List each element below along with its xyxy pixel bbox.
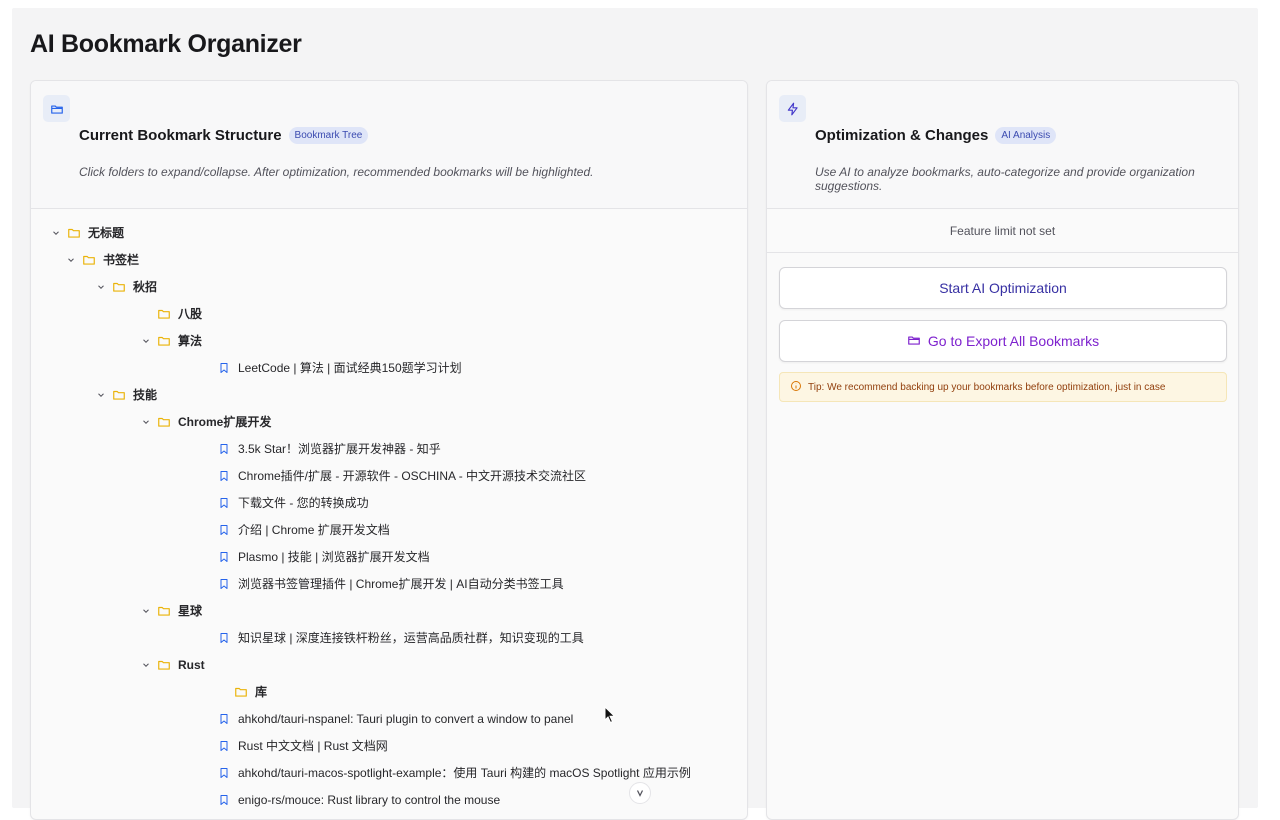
export-all-bookmarks-label: Go to Export All Bookmarks — [927, 333, 1100, 349]
tree-folder-row[interactable]: 书签栏 — [64, 246, 139, 273]
tree-bookmark-row[interactable]: 知识星球 | 深度连接铁杆粉丝，运营高品质社群，知识变现的工具 — [216, 624, 584, 651]
lightning-icon — [779, 95, 806, 122]
scroll-down-button[interactable] — [629, 782, 651, 804]
chevron-down-icon[interactable] — [139, 307, 153, 321]
tree-folder-row[interactable]: 八股 — [139, 300, 202, 327]
bookmark-icon — [216, 360, 232, 376]
chevron-down-icon[interactable] — [64, 253, 78, 267]
tree-item-label: 浏览器书签管理插件 | Chrome扩展开发 | AI自动分类书签工具 — [238, 577, 564, 591]
tree-item-label: 书签栏 — [103, 253, 140, 267]
bookmark-icon — [216, 468, 232, 484]
tree-folder-row[interactable]: Rust — [139, 651, 205, 678]
backup-tip: Tip: We recommend backing up your bookma… — [779, 372, 1227, 402]
tree-item-label: 3.5k Star！浏览器扩展开发神器 - 知乎 — [238, 442, 441, 456]
tree-item-label: Plasmo | 技能 | 浏览器扩展开发文档 — [238, 550, 430, 564]
feature-limit-status: Feature limit not set — [767, 209, 1238, 253]
bookmark-tree-badge: Bookmark Tree — [288, 127, 369, 144]
chevron-down-icon[interactable] — [139, 604, 153, 618]
chevron-down-icon[interactable] — [139, 415, 153, 429]
bookmark-icon — [216, 441, 232, 457]
bookmark-icon — [216, 711, 232, 727]
folder-open-icon — [43, 95, 70, 122]
tree-bookmark-row[interactable]: Plasmo | 技能 | 浏览器扩展开发文档 — [216, 543, 430, 570]
folder-icon — [156, 414, 172, 430]
tree-item-label: 介绍 | Chrome 扩展开发文档 — [238, 523, 390, 537]
tree-item-label: Chrome扩展开发 — [178, 415, 272, 429]
tree-folder-row[interactable]: 星球 — [139, 597, 202, 624]
tree-item-label: Rust 中文文档 | Rust 文档网 — [238, 739, 388, 753]
folder-icon — [66, 225, 82, 241]
start-ai-optimization-button[interactable]: Start AI Optimization — [779, 267, 1227, 309]
bookmark-structure-title: Current Bookmark Structure — [79, 127, 282, 144]
tree-folder-row[interactable]: 技能 — [94, 381, 157, 408]
tree-item-label: 下载文件 - 您的转换成功 — [238, 496, 369, 510]
bookmark-icon — [216, 495, 232, 511]
bookmark-icon — [216, 576, 232, 592]
info-icon — [790, 380, 802, 395]
mouse-cursor-icon — [604, 705, 616, 729]
folder-export-icon — [907, 333, 921, 350]
tree-folder-row[interactable]: 秋招 — [94, 273, 157, 300]
tree-bookmark-row[interactable]: LeetCode | 算法 | 面试经典150题学习计划 — [216, 354, 462, 381]
tree-item-label: 知识星球 | 深度连接铁杆粉丝，运营高品质社群，知识变现的工具 — [238, 631, 584, 645]
tree-bookmark-row[interactable]: ahkohd/tauri-nspanel: Tauri plugin to co… — [216, 705, 573, 732]
tree-item-label: 算法 — [178, 334, 203, 348]
tree-item-label: 库 — [255, 685, 268, 699]
folder-icon — [156, 603, 172, 619]
tree-folder-row[interactable]: 无标题 — [49, 219, 124, 246]
tree-bookmark-row[interactable]: ahkohd/tauri-macos-spotlight-example：使用 … — [216, 759, 691, 786]
tree-folder-row[interactable]: Chrome扩展开发 — [139, 408, 271, 435]
chevron-down-icon[interactable] — [94, 388, 108, 402]
page-title: AI Bookmark Organizer — [30, 30, 302, 58]
bookmark-icon — [216, 738, 232, 754]
bookmark-structure-card: Current Bookmark Structure Bookmark Tree… — [30, 80, 748, 820]
tree-bookmark-row[interactable]: Chrome插件/扩展 - 开源软件 - OSCHINA - 中文开源技术交流社… — [216, 462, 586, 489]
folder-icon — [156, 333, 172, 349]
folder-icon — [111, 279, 127, 295]
bookmark-structure-header: Current Bookmark Structure Bookmark Tree… — [31, 81, 747, 209]
chevron-down-icon[interactable] — [139, 658, 153, 672]
bookmark-structure-description: Click folders to expand/collapse. After … — [79, 165, 594, 179]
tree-item-label: LeetCode | 算法 | 面试经典150题学习计划 — [238, 361, 462, 375]
start-ai-optimization-label: Start AI Optimization — [939, 280, 1067, 296]
tree-bookmark-row[interactable]: 介绍 | Chrome 扩展开发文档 — [216, 516, 390, 543]
tree-item-label: ahkohd/tauri-nspanel: Tauri plugin to co… — [238, 711, 574, 726]
folder-icon — [233, 684, 249, 700]
bookmark-icon — [216, 630, 232, 646]
ai-analysis-badge: AI Analysis — [995, 127, 1057, 144]
tree-item-label: ahkohd/tauri-macos-spotlight-example：使用 … — [238, 766, 691, 780]
tree-item-label: Chrome插件/扩展 - 开源软件 - OSCHINA - 中文开源技术交流社… — [238, 469, 587, 483]
bookmark-icon — [216, 522, 232, 538]
folder-icon — [156, 657, 172, 673]
tree-bookmark-row[interactable]: 下载文件 - 您的转换成功 — [216, 489, 369, 516]
tree-item-label: 秋招 — [133, 280, 158, 294]
chevron-down-icon[interactable] — [49, 226, 63, 240]
tree-item-label: Rust — [178, 657, 205, 672]
tree-item-label: 技能 — [133, 388, 158, 402]
optimization-title: Optimization & Changes — [815, 127, 989, 144]
bookmark-icon — [216, 765, 232, 781]
folder-icon — [156, 306, 172, 322]
folder-icon — [81, 252, 97, 268]
backup-tip-text: Tip: We recommend backing up your bookma… — [808, 381, 1166, 393]
folder-icon — [111, 387, 127, 403]
chevron-down-icon[interactable] — [216, 685, 230, 699]
optimization-description: Use AI to analyze bookmarks, auto-catego… — [815, 165, 1195, 193]
tree-item-label: 无标题 — [88, 226, 125, 240]
chevron-down-icon[interactable] — [94, 280, 108, 294]
chevron-down-icon[interactable] — [139, 334, 153, 348]
bookmark-icon — [216, 549, 232, 565]
optimization-header: Optimization & Changes AI Analysis Use A… — [767, 81, 1238, 209]
tree-bookmark-row[interactable]: Rust 中文文档 | Rust 文档网 — [216, 732, 388, 759]
tree-folder-row[interactable]: 库 — [216, 678, 267, 705]
tree-item-label: 八股 — [178, 307, 203, 321]
export-all-bookmarks-button[interactable]: Go to Export All Bookmarks — [779, 320, 1227, 362]
tree-item-label: 星球 — [178, 604, 203, 618]
optimization-card: Optimization & Changes AI Analysis Use A… — [766, 80, 1239, 820]
tree-bookmark-row[interactable]: 浏览器书签管理插件 | Chrome扩展开发 | AI自动分类书签工具 — [216, 570, 564, 597]
tree-bookmark-row[interactable]: 3.5k Star！浏览器扩展开发神器 - 知乎 — [216, 435, 441, 462]
tree-folder-row[interactable]: 算法 — [139, 327, 202, 354]
